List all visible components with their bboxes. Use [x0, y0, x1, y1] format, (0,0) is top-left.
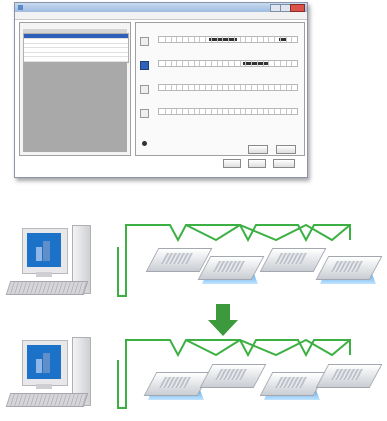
monitor: [22, 340, 68, 386]
ceiling-cassette-ac-icon: [315, 360, 383, 390]
ceiling-cassette-ac-icon: [259, 368, 327, 400]
monitor-stand: [36, 384, 52, 389]
monitor: [22, 228, 68, 274]
ceiling-cassette-ac-icon: [259, 244, 327, 274]
ceiling-cassette-ac-icon: [199, 360, 267, 390]
network-line: [185, 223, 351, 242]
monitor-screen: [27, 345, 61, 379]
keyboard: [5, 393, 89, 407]
ceiling-cassette-ac-icon: [315, 252, 383, 284]
monitor-stand: [36, 272, 52, 277]
network-line: [185, 338, 351, 357]
keyboard: [5, 281, 89, 295]
computer-icon: [5, 337, 94, 412]
ceiling-cassette-ac-icon: [143, 368, 211, 400]
monitor-screen: [27, 233, 61, 267]
ceiling-cassette-ac-icon: [145, 244, 213, 274]
ceiling-cassette-ac-icon: [197, 252, 265, 284]
down-arrow-icon: [208, 304, 238, 336]
computer-icon: [5, 225, 94, 300]
